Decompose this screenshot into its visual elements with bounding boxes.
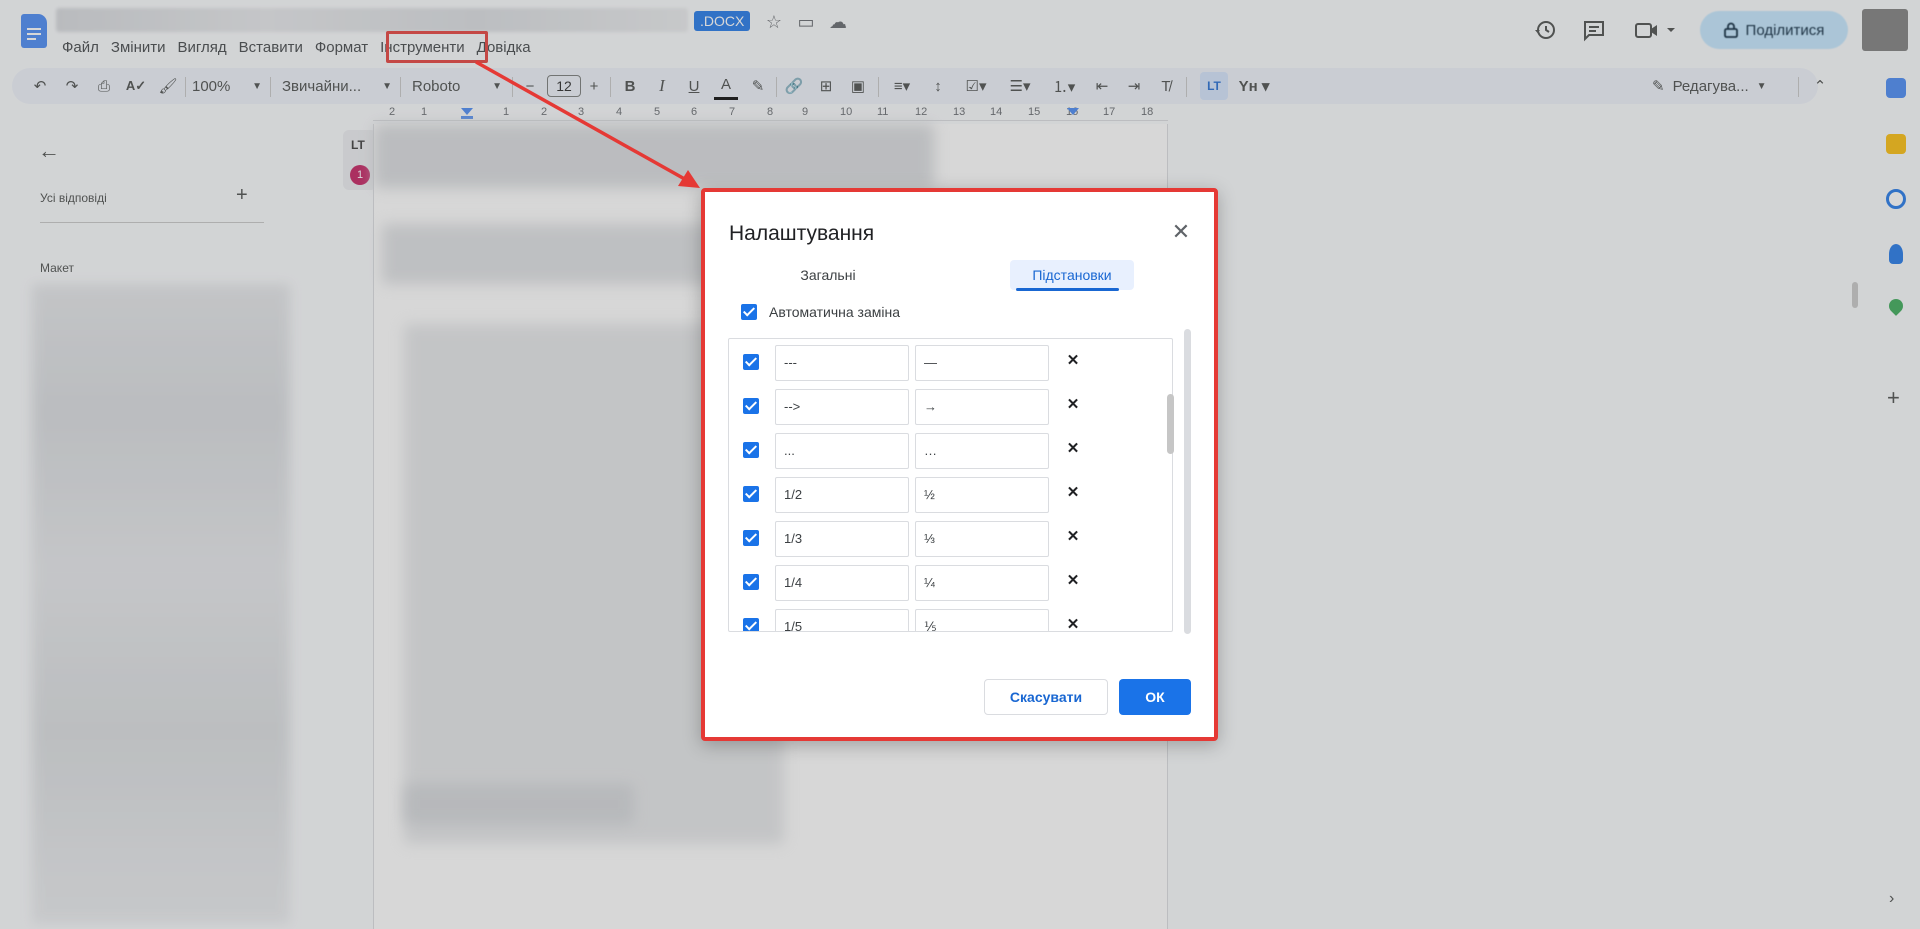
substitution-row: 1/3 ⅓ ✕ [729,515,1172,559]
substitution-checkbox[interactable] [743,354,759,370]
substitution-checkbox[interactable] [743,398,759,414]
tab-substitutions[interactable]: Підстановки [1010,260,1134,290]
replace-input[interactable]: 1/5 [775,609,909,631]
substitutions-list[interactable]: --- — ✕ --> → ✕ ... … ✕ 1/2 ½ ✕ 1/3 ⅓ ✕ [728,338,1173,632]
with-input[interactable]: ⅕ [915,609,1049,631]
active-tab-indicator [1016,288,1119,291]
replace-input[interactable]: ... [775,433,909,469]
with-input[interactable]: → [915,389,1049,425]
substitution-checkbox[interactable] [743,530,759,546]
close-icon[interactable]: ✕ [1168,219,1194,245]
list-scrollbar-thumb[interactable] [1167,394,1174,454]
substitution-row: --> → ✕ [729,383,1172,427]
dialog-title: Налаштування [729,222,875,245]
preferences-dialog: Налаштування ✕ Загальні Підстановки Авто… [701,188,1218,741]
substitution-row: --- — ✕ [729,339,1172,383]
replace-input[interactable]: --> [775,389,909,425]
auto-replace-label: Автоматична заміна [769,304,901,320]
remove-row-icon[interactable]: ✕ [1065,617,1081,632]
replace-input[interactable]: --- [775,345,909,381]
substitution-row: ... … ✕ [729,427,1172,471]
remove-row-icon[interactable]: ✕ [1065,353,1081,369]
cancel-button[interactable]: Скасувати [984,679,1108,715]
substitution-checkbox[interactable] [743,618,759,631]
with-input[interactable]: ¼ [915,565,1049,601]
replace-input[interactable]: 1/3 [775,521,909,557]
auto-replace-option[interactable]: Автоматична заміна [741,304,900,320]
tab-general[interactable]: Загальні [775,260,881,290]
dialog-scrollbar[interactable] [1184,329,1191,634]
substitution-row: 1/4 ¼ ✕ [729,559,1172,603]
replace-input[interactable]: 1/4 [775,565,909,601]
auto-replace-checkbox[interactable] [741,304,757,320]
with-input[interactable]: — [915,345,1049,381]
replace-input[interactable]: 1/2 [775,477,909,513]
substitution-row: 1/2 ½ ✕ [729,471,1172,515]
substitution-row: 1/5 ⅕ ✕ [729,603,1172,632]
with-input[interactable]: ½ [915,477,1049,513]
remove-row-icon[interactable]: ✕ [1065,573,1081,589]
substitution-checkbox[interactable] [743,442,759,458]
remove-row-icon[interactable]: ✕ [1065,441,1081,457]
substitution-checkbox[interactable] [743,574,759,590]
ok-button[interactable]: ОК [1119,679,1191,715]
remove-row-icon[interactable]: ✕ [1065,397,1081,413]
remove-row-icon[interactable]: ✕ [1065,529,1081,545]
remove-row-icon[interactable]: ✕ [1065,485,1081,501]
with-input[interactable]: ⅓ [915,521,1049,557]
with-input[interactable]: … [915,433,1049,469]
substitution-checkbox[interactable] [743,486,759,502]
